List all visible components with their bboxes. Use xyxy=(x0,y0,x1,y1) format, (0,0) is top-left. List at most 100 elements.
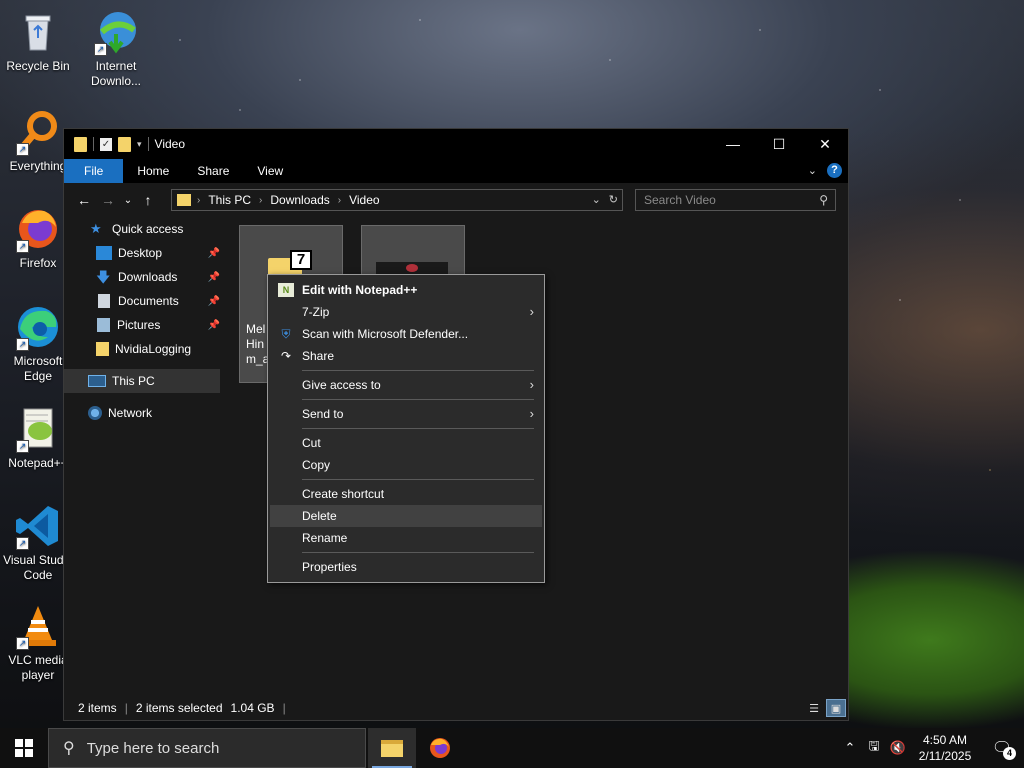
edge-icon: ↗ xyxy=(14,303,62,351)
menu-separator xyxy=(302,479,534,480)
pin-icon: 📌 xyxy=(207,271,220,283)
shortcut-arrow-icon: ↗ xyxy=(16,240,29,253)
nav-item-pictures[interactable]: Pictures 📌 xyxy=(64,313,220,337)
menu-item-copy[interactable]: Copy xyxy=(268,454,544,476)
nav-item-quick-access[interactable]: ★ Quick access xyxy=(64,217,220,241)
pin-icon: 📌 xyxy=(207,319,220,331)
internet-download-manager-icon: ↗ xyxy=(92,8,140,56)
menu-item-send-to[interactable]: Send to › xyxy=(268,403,544,425)
back-button[interactable]: ← xyxy=(72,192,96,208)
item-count: 2 items xyxy=(78,701,117,715)
menu-label: 7-Zip xyxy=(302,305,330,319)
search-input[interactable]: Search Video ⚲ xyxy=(635,189,836,211)
window-title: Video xyxy=(154,137,186,151)
menu-item-create-shortcut[interactable]: Create shortcut xyxy=(268,483,544,505)
desktop-icon-recycle-bin[interactable]: Recycle Bin xyxy=(0,8,76,74)
network-icon xyxy=(88,406,102,420)
nav-item-desktop[interactable]: Desktop 📌 xyxy=(64,241,220,265)
nav-item-nvidialogging[interactable]: NvidiaLogging xyxy=(64,337,220,361)
clock[interactable]: 4:50 AM 2/11/2025 xyxy=(910,732,980,764)
menu-item-cut[interactable]: Cut xyxy=(268,432,544,454)
nav-item-documents[interactable]: Documents 📌 xyxy=(64,289,220,313)
maximize-button[interactable]: ☐ xyxy=(756,129,802,159)
menu-item-edit-with-notepadpp[interactable]: N Edit with Notepad++ xyxy=(268,279,544,301)
network-status-icon[interactable]: 🖫 xyxy=(862,737,886,759)
menu-label: Give access to xyxy=(302,378,381,392)
properties-icon[interactable]: ✓ xyxy=(100,137,112,151)
caption-buttons: — ☐ ✕ xyxy=(710,129,848,159)
tab-file[interactable]: File xyxy=(64,159,124,183)
clock-date: 2/11/2025 xyxy=(918,749,972,763)
show-hidden-icons-chevron-icon[interactable]: ⌃ xyxy=(838,740,862,756)
refresh-icon[interactable]: ↻ xyxy=(609,193,618,206)
everything-search-icon: ↗ xyxy=(14,108,62,156)
up-button[interactable]: ↑ xyxy=(136,192,160,208)
menu-label: Scan with Microsoft Defender... xyxy=(302,327,469,341)
taskbar-firefox[interactable] xyxy=(416,728,464,768)
nav-item-network[interactable]: Network xyxy=(64,401,220,425)
menu-label: Edit with Notepad++ xyxy=(302,283,418,297)
details-view-icon[interactable]: ☰ xyxy=(804,699,824,717)
title-bar[interactable]: ✓ ▾ Video — ☐ ✕ xyxy=(64,129,848,159)
address-bar[interactable]: › This PC › Downloads › Video ⌄ ↻ xyxy=(171,189,623,211)
nav-label: Pictures xyxy=(117,318,161,332)
view-toggle: ☰ ▣ xyxy=(804,699,846,717)
forward-button[interactable]: → xyxy=(96,192,120,208)
shortcut-arrow-icon: ↗ xyxy=(94,43,107,56)
tab-home[interactable]: Home xyxy=(123,159,183,183)
menu-item-delete[interactable]: Delete xyxy=(270,505,542,527)
large-icons-view-icon[interactable]: ▣ xyxy=(826,699,846,717)
menu-label: Properties xyxy=(302,560,357,574)
start-button[interactable] xyxy=(0,728,48,768)
nav-item-this-pc[interactable]: This PC xyxy=(64,369,220,393)
breadcrumb-separator-icon: › xyxy=(197,194,201,206)
menu-item-give-access-to[interactable]: Give access to › xyxy=(268,374,544,396)
menu-label: Share xyxy=(302,349,335,363)
firefox-icon xyxy=(430,738,450,758)
expand-ribbon-chevron-icon[interactable]: ⌄ xyxy=(808,164,817,177)
menu-item-scan-with-defender[interactable]: ⛨ Scan with Microsoft Defender... xyxy=(268,323,544,345)
nav-item-downloads[interactable]: 🡇 Downloads 📌 xyxy=(64,265,220,289)
status-divider: | xyxy=(124,701,128,715)
breadcrumb-this-pc[interactable]: This PC xyxy=(208,193,251,207)
menu-item-7zip[interactable]: 7-Zip › xyxy=(268,301,544,323)
status-bar: 2 items | 2 items selected 1.04 GB | ☰ ▣ xyxy=(64,696,848,720)
context-menu: N Edit with Notepad++ 7-Zip › ⛨ Scan wit… xyxy=(267,274,545,583)
taskbar-search-input[interactable]: ⚲ Type here to search xyxy=(48,728,366,768)
volume-muted-icon[interactable]: 🔇 xyxy=(886,740,910,756)
menu-item-share[interactable]: ↷ Share xyxy=(268,345,544,367)
new-folder-icon[interactable] xyxy=(118,136,131,152)
tab-share[interactable]: Share xyxy=(183,159,243,183)
minimize-button[interactable]: — xyxy=(710,129,756,159)
menu-separator xyxy=(302,428,534,429)
menu-item-rename[interactable]: Rename xyxy=(268,527,544,549)
action-center-button[interactable]: 🗨 4 xyxy=(980,738,1024,760)
downloads-icon: 🡇 xyxy=(96,269,111,285)
shortcut-arrow-icon: ↗ xyxy=(16,637,29,650)
share-icon: ↷ xyxy=(280,349,292,363)
search-placeholder: Search Video xyxy=(644,193,716,207)
navigation-bar: ← → ⌄ ↑ › This PC › Downloads › Video ⌄ … xyxy=(64,183,848,217)
folder-icon xyxy=(177,194,191,206)
recent-locations-chevron-icon[interactable]: ⌄ xyxy=(120,195,136,206)
taskbar-file-explorer[interactable] xyxy=(368,728,416,768)
tab-view[interactable]: View xyxy=(243,159,297,183)
desktop-icon-label: VLC media player xyxy=(8,653,68,682)
defender-shield-icon: ⛨ xyxy=(281,327,291,341)
close-button[interactable]: ✕ xyxy=(802,129,848,159)
ribbon-tabs: File Home Share View ⌄ ? xyxy=(64,159,848,183)
menu-item-properties[interactable]: Properties xyxy=(268,556,544,578)
star-icon: ★ xyxy=(90,221,102,236)
help-icon[interactable]: ? xyxy=(827,163,842,178)
selected-size: 1.04 GB xyxy=(230,701,275,715)
address-dropdown-chevron-icon[interactable]: ⌄ xyxy=(592,193,601,206)
desktop-icon-internet-download-manager[interactable]: ↗ Internet Downlo... xyxy=(78,8,154,89)
breadcrumb-downloads[interactable]: Downloads xyxy=(270,193,329,207)
shortcut-arrow-icon: ↗ xyxy=(16,143,29,156)
nav-label: NvidiaLogging xyxy=(115,342,192,356)
nav-label: Documents xyxy=(118,294,179,308)
breadcrumb-video[interactable]: Video xyxy=(349,193,379,207)
breadcrumb-separator-icon: › xyxy=(259,194,263,206)
customize-toolbar-chevron-icon[interactable]: ▾ xyxy=(137,139,142,150)
vlc-icon: ↗ xyxy=(14,602,62,650)
